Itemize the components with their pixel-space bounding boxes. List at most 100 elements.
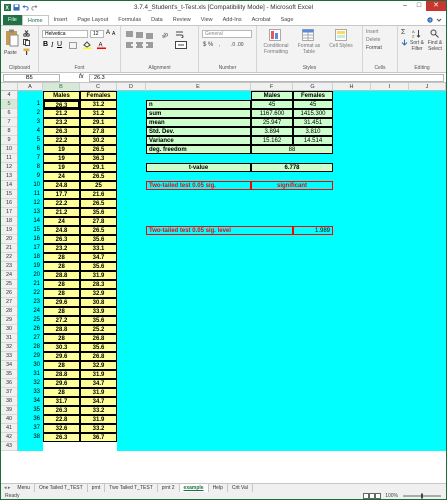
orientation-icon[interactable]: ab (161, 30, 170, 38)
index-cell[interactable]: 31 (18, 370, 43, 379)
stats-value[interactable]: 1415.300 (293, 109, 333, 118)
females-value-cell[interactable]: 31.9 (80, 271, 117, 280)
alignment-icons[interactable] (125, 30, 155, 50)
index-cell[interactable]: 9 (18, 172, 43, 181)
column-header-c[interactable]: C (80, 83, 117, 91)
males-value-cell[interactable]: 26.3 (43, 433, 80, 442)
minimize-ribbon-icon[interactable] (436, 17, 442, 23)
females-value-cell[interactable]: 31.2 (80, 100, 117, 109)
minimize-button[interactable]: – (398, 1, 412, 11)
index-cell[interactable]: 22 (18, 289, 43, 298)
row-header[interactable]: 19 (1, 226, 17, 235)
index-cell[interactable]: 38 (18, 433, 43, 442)
females-value-cell[interactable]: 34.7 (80, 379, 117, 388)
females-value-cell[interactable]: 26.8 (80, 334, 117, 343)
row-header[interactable]: 24 (1, 271, 17, 280)
conditional-formatting-label[interactable]: Conditional Formatting (259, 43, 293, 55)
females-value-cell[interactable]: 30.2 (80, 136, 117, 145)
index-cell[interactable]: 14 (18, 217, 43, 226)
sheet-tab-help[interactable]: Help (209, 484, 228, 492)
find-select-icon[interactable] (430, 29, 439, 38)
test-label[interactable]: Two-tailed test 0.05 sig. (146, 181, 251, 190)
row-header[interactable]: 36 (1, 379, 17, 388)
stats-label[interactable]: Variance (146, 136, 251, 145)
index-cell[interactable]: 8 (18, 163, 43, 172)
males-header[interactable]: Males (43, 91, 80, 100)
index-cell[interactable]: 10 (18, 181, 43, 190)
tab-sage[interactable]: Sage (276, 15, 299, 25)
females-value-cell[interactable]: 27.8 (80, 217, 117, 226)
row-header[interactable]: 5 (1, 100, 17, 109)
column-header-i[interactable]: I (371, 83, 409, 91)
row-header[interactable]: 17 (1, 208, 17, 217)
row-header[interactable]: 9 (1, 136, 17, 145)
females-value-cell[interactable]: 31.9 (80, 415, 117, 424)
cut-icon[interactable] (23, 30, 30, 37)
females-value-cell[interactable]: 28.3 (80, 280, 117, 289)
level-label[interactable]: Two-tailed test 0.05 sig. level (146, 226, 293, 235)
females-value-cell[interactable]: 35.6 (80, 343, 117, 352)
females-value-cell[interactable]: 33.9 (80, 307, 117, 316)
females-value-cell[interactable]: 25 (80, 181, 117, 190)
males-value-cell[interactable]: 22.8 (43, 415, 80, 424)
males-value-cell[interactable]: 21.2 (43, 109, 80, 118)
column-header-j[interactable]: J (409, 83, 446, 91)
index-cell[interactable]: 29 (18, 352, 43, 361)
row-header[interactable]: 31 (1, 334, 17, 343)
row-header[interactable]: 30 (1, 325, 17, 334)
cell-styles-icon[interactable] (335, 29, 347, 41)
index-cell[interactable]: 20 (18, 271, 43, 280)
cell-styles-label[interactable]: Cell Styles (327, 43, 355, 49)
tvalue-cell[interactable]: 6.778 (251, 163, 333, 172)
females-value-cell[interactable]: 31.9 (80, 370, 117, 379)
males-value-cell[interactable]: 26.3 (43, 235, 80, 244)
females-value-cell[interactable]: 32.9 (80, 361, 117, 370)
index-cell[interactable]: 18 (18, 253, 43, 262)
males-value-cell[interactable]: 28 (43, 361, 80, 370)
males-value-cell[interactable]: 28 (43, 289, 80, 298)
females-value-cell[interactable]: 35.6 (80, 235, 117, 244)
row-header[interactable]: 25 (1, 280, 17, 289)
females-value-cell[interactable]: 31.9 (80, 388, 117, 397)
sheet-tab-menu[interactable]: Menu (13, 484, 35, 492)
males-value-cell[interactable]: 24.8 (43, 226, 80, 235)
males-value-cell[interactable]: 32.6 (43, 424, 80, 433)
females-value-cell[interactable]: 26.5 (80, 199, 117, 208)
row-header[interactable]: 23 (1, 262, 17, 271)
row-header[interactable]: 18 (1, 217, 17, 226)
row-header[interactable]: 28 (1, 307, 17, 316)
column-header-f[interactable]: F (251, 83, 293, 91)
index-cell[interactable]: 7 (18, 154, 43, 163)
row-header[interactable]: 4 (1, 91, 17, 100)
males-value-cell[interactable]: 29.6 (43, 298, 80, 307)
index-cell[interactable]: 16 (18, 235, 43, 244)
index-cell[interactable]: 11 (18, 190, 43, 199)
view-buttons-icon[interactable] (363, 493, 382, 499)
females-value-cell[interactable]: 26.5 (80, 145, 117, 154)
tab-add-ins[interactable]: Add-Ins (218, 15, 247, 25)
borders-icon[interactable] (69, 42, 77, 49)
currency-icon[interactable]: $ % (203, 42, 213, 48)
insert-cells-button[interactable]: Insert (366, 29, 379, 35)
fill-color-icon[interactable] (83, 41, 92, 49)
row-header[interactable]: 37 (1, 388, 17, 397)
males-value-cell[interactable]: 17.7 (43, 190, 80, 199)
sheet-nav-arrows[interactable]: ◂ ▸ (1, 485, 13, 491)
stats-value[interactable]: 14.514 (293, 136, 333, 145)
males-value-cell[interactable]: 29.6 (43, 352, 80, 361)
row-header[interactable]: 12 (1, 163, 17, 172)
row-header[interactable]: 43 (1, 442, 17, 451)
females-value-cell[interactable]: 33.1 (80, 244, 117, 253)
index-cell[interactable]: 12 (18, 199, 43, 208)
index-cell[interactable]: 21 (18, 280, 43, 289)
row-header[interactable]: 34 (1, 361, 17, 370)
conditional-formatting-icon[interactable] (269, 29, 281, 41)
format-as-table-icon[interactable] (302, 29, 314, 41)
merge-center-icon[interactable] (175, 41, 187, 49)
index-cell[interactable]: 24 (18, 307, 43, 316)
males-value-cell[interactable]: 22.2 (43, 136, 80, 145)
males-value-cell[interactable]: 30.3 (43, 343, 80, 352)
number-format-select[interactable]: General (202, 30, 252, 38)
autosum-icon[interactable]: Σ (401, 29, 405, 36)
index-cell[interactable]: 1 (18, 100, 43, 109)
